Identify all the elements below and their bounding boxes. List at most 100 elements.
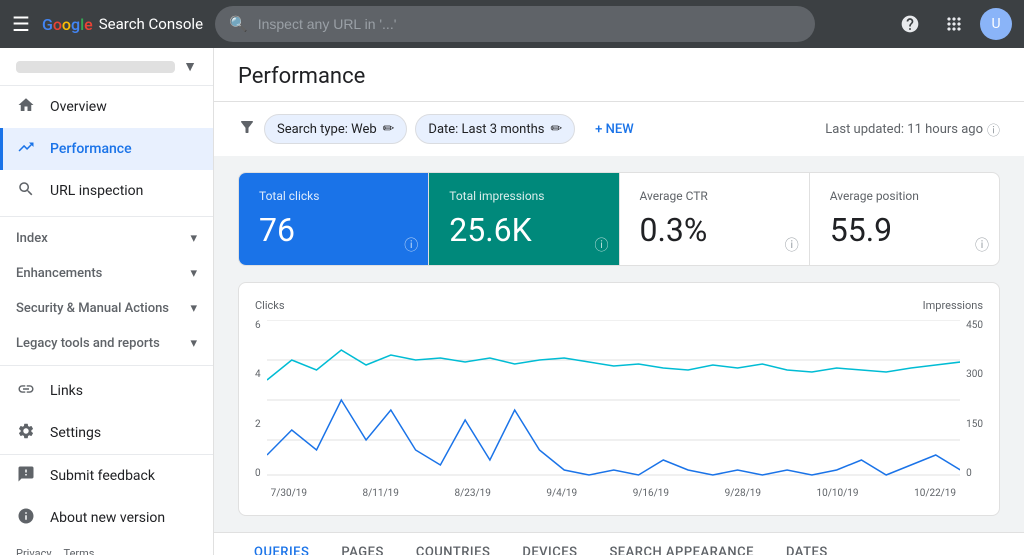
sidebar-item-about[interactable]: About new version: [0, 497, 213, 539]
sidebar-item-links[interactable]: Links: [0, 370, 213, 412]
search-type-chip[interactable]: Search type: Web ✏: [264, 114, 407, 144]
tab-search-appearance[interactable]: SEARCH APPEARANCE: [593, 533, 770, 555]
chart-container: Clicks Impressions 6 4 2 0: [238, 282, 1000, 516]
y-axis-label: 0: [966, 468, 983, 479]
terms-link[interactable]: Terms: [64, 547, 95, 555]
tabs-container: QUERIES PAGES COUNTRIES DEVICES SEARCH A…: [214, 532, 1024, 555]
add-filter-button[interactable]: + NEW: [583, 116, 645, 143]
privacy-link[interactable]: Privacy: [16, 547, 52, 555]
tab-devices[interactable]: DEVICES: [506, 533, 593, 555]
page-header: Performance: [214, 48, 1024, 102]
sidebar-section-legacy[interactable]: Legacy tools and reports ▾: [0, 326, 213, 361]
divider: [0, 216, 213, 217]
property-name: [16, 61, 175, 73]
user-avatar[interactable]: U: [980, 8, 1012, 40]
product-name: Search Console: [99, 15, 203, 33]
tab-countries[interactable]: COUNTRIES: [400, 533, 507, 555]
links-icon: [16, 380, 36, 402]
menu-icon[interactable]: ☰: [12, 12, 30, 36]
x-label: 9/28/19: [725, 488, 761, 499]
apps-button[interactable]: [936, 6, 972, 42]
filter-bar: Search type: Web ✏ Date: Last 3 months ✏…: [214, 102, 1024, 156]
security-section-label: Security & Manual Actions: [16, 301, 169, 316]
edit-icon: ✏: [550, 121, 562, 137]
clicks-value: 76: [259, 211, 408, 249]
page-title: Performance: [238, 64, 1000, 89]
stats-container: Total clicks 76 ⓘ Total impressions 25.6…: [238, 172, 1000, 266]
position-label: Average position: [830, 189, 979, 203]
enhancements-section-label: Enhancements: [16, 266, 102, 281]
chart-right-label: Impressions: [923, 299, 983, 312]
sidebar-section-enhancements[interactable]: Enhancements ▾: [0, 256, 213, 291]
clicks-label: Total clicks: [259, 189, 408, 203]
position-value: 55.9: [830, 211, 979, 249]
sidebar-performance-label: Performance: [50, 141, 132, 157]
settings-label: Settings: [50, 425, 101, 441]
info-icon: [16, 507, 36, 529]
property-selector[interactable]: ▼: [0, 48, 213, 86]
main-layout: ▼ Overview Performance URL inspection: [0, 48, 1024, 555]
tab-queries[interactable]: QUERIES: [238, 533, 325, 555]
impressions-info-icon[interactable]: ⓘ: [595, 235, 609, 255]
topbar: ☰ Google Search Console 🔍 U: [0, 0, 1024, 48]
sidebar-footer: Submit feedback About new version Privac…: [0, 454, 213, 555]
sidebar-url-inspection-label: URL inspection: [50, 183, 143, 199]
chart-header: Clicks Impressions: [255, 299, 983, 312]
y-axis-label: 0: [255, 468, 261, 479]
about-label: About new version: [50, 510, 165, 526]
sidebar-item-feedback[interactable]: Submit feedback: [0, 455, 213, 497]
chart-x-axis: 7/30/19 8/11/19 8/23/19 9/4/19 9/16/19 9…: [267, 488, 961, 499]
chevron-down-icon: ▾: [190, 301, 197, 316]
sidebar-item-settings[interactable]: Settings: [0, 412, 213, 454]
index-section-label: Index: [16, 231, 48, 246]
search-type-label: Search type: Web: [277, 122, 377, 137]
add-filter-label: + NEW: [595, 122, 633, 137]
y-axis-label: 450: [966, 320, 983, 331]
y-axis-label: 300: [966, 369, 983, 380]
sidebar-item-overview[interactable]: Overview: [0, 86, 213, 128]
ctr-value: 0.3%: [640, 211, 789, 249]
position-info-icon[interactable]: ⓘ: [975, 235, 989, 255]
help-button[interactable]: [892, 6, 928, 42]
x-label: 7/30/19: [271, 488, 307, 499]
y-axis-label: 2: [255, 419, 261, 430]
bottom-links: Privacy Terms: [0, 539, 213, 555]
edit-icon: ✏: [383, 121, 395, 137]
impressions-value: 25.6K: [449, 211, 598, 249]
stat-card-ctr: Average CTR 0.3% ⓘ: [620, 173, 810, 265]
filter-icon[interactable]: [238, 118, 256, 141]
date-range-label: Date: Last 3 months: [428, 122, 544, 137]
legacy-section-label: Legacy tools and reports: [16, 336, 160, 351]
search-bar[interactable]: 🔍: [215, 6, 815, 42]
x-label: 10/22/19: [914, 488, 956, 499]
date-range-chip[interactable]: Date: Last 3 months ✏: [415, 114, 575, 144]
chevron-down-icon: ▾: [190, 336, 197, 351]
chart-left-label: Clicks: [255, 299, 285, 312]
links-label: Links: [50, 383, 83, 399]
chart-svg: [267, 320, 961, 480]
sidebar-item-performance[interactable]: Performance: [0, 128, 213, 170]
search-input[interactable]: [258, 16, 801, 32]
chevron-down-icon: ▾: [190, 266, 197, 281]
clicks-info-icon[interactable]: ⓘ: [404, 235, 418, 255]
main-content: Performance Search type: Web ✏ Date: Las…: [214, 48, 1024, 555]
feedback-icon: [16, 465, 36, 487]
sidebar-item-url-inspection[interactable]: URL inspection: [0, 170, 213, 212]
chevron-down-icon: ▾: [190, 231, 197, 246]
x-label: 9/4/19: [546, 488, 577, 499]
info-icon[interactable]: ⓘ: [987, 120, 1000, 139]
tab-dates[interactable]: DATES: [770, 533, 844, 555]
last-updated: Last updated: 11 hours ago ⓘ: [825, 120, 1000, 139]
tab-pages[interactable]: PAGES: [325, 533, 399, 555]
ctr-info-icon[interactable]: ⓘ: [785, 235, 799, 255]
last-updated-text: Last updated: 11 hours ago: [825, 122, 983, 137]
sidebar-section-index[interactable]: Index ▾: [0, 221, 213, 256]
x-label: 9/16/19: [633, 488, 669, 499]
performance-icon: [16, 138, 36, 160]
sidebar-overview-label: Overview: [50, 99, 107, 115]
y-axis-label: 4: [255, 369, 261, 380]
sidebar-section-security[interactable]: Security & Manual Actions ▾: [0, 291, 213, 326]
search-icon: 🔍: [229, 15, 248, 33]
topbar-actions: U: [892, 6, 1012, 42]
sidebar-nav: Overview Performance URL inspection Inde…: [0, 86, 213, 454]
